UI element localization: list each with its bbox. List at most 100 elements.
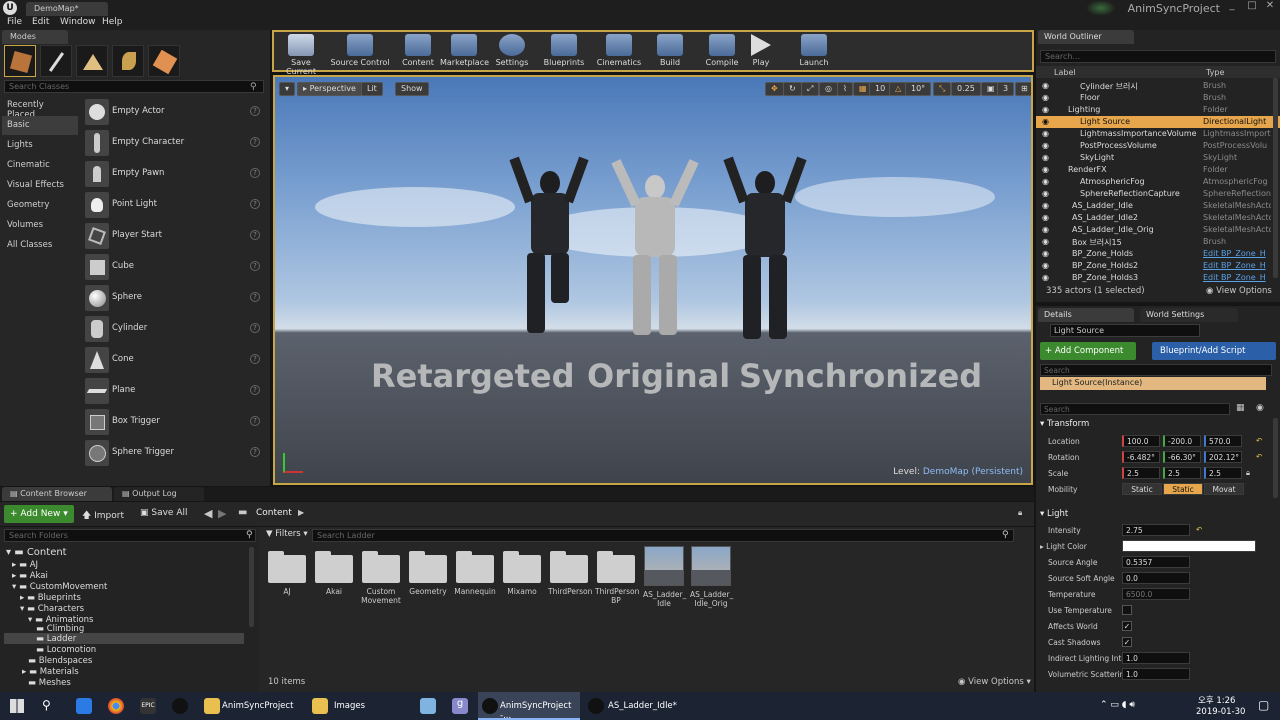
outliner-row-type[interactable]: Edit BP_Zone_H [1203, 261, 1271, 270]
marketplace-button[interactable]: Marketplace [440, 34, 489, 72]
outliner-row[interactable]: ◉ SphereReflectionCapture SphereReflection [1036, 188, 1280, 200]
section-transform[interactable]: ▾ Transform [1040, 419, 1272, 429]
app-g-icon[interactable]: g [452, 698, 468, 714]
show-button[interactable]: Show [395, 82, 429, 96]
scale-snap-value[interactable]: 0.25 [951, 82, 981, 96]
component-instance-row[interactable]: Light Source(Instance) [1040, 377, 1266, 390]
tab-details[interactable]: Details [1038, 308, 1134, 322]
actor-cylinder[interactable]: Cylinder? [82, 314, 266, 344]
surface-snap-icon[interactable]: ⌇ [837, 82, 853, 96]
help-icon[interactable]: ? [250, 447, 260, 457]
lock-icon[interactable]: 🔒︎ [1246, 468, 1250, 478]
help-icon[interactable]: ? [250, 106, 260, 116]
help-icon[interactable]: ? [250, 168, 260, 178]
mobility-stationary-button[interactable]: Static [1163, 483, 1203, 495]
outliner-row[interactable]: ◉ Floor Brush [1036, 92, 1280, 104]
reset-icon[interactable]: ↶ [1196, 525, 1202, 534]
world-space-icon[interactable]: ◎ [819, 82, 838, 96]
compile-button[interactable]: Compile [704, 34, 740, 72]
character-synchronized[interactable] [723, 156, 807, 357]
menu-edit[interactable]: Edit [32, 17, 49, 27]
build-button[interactable]: Build [654, 34, 686, 72]
rotation-x[interactable]: -6.482° [1122, 451, 1160, 463]
visibility-eye-icon[interactable]: ◉ [1042, 81, 1049, 90]
location-x[interactable]: 100.0 [1122, 435, 1160, 447]
asset-folder-geometry[interactable]: Geometry [407, 551, 449, 596]
visibility-eye-icon[interactable]: ◉ [1042, 273, 1049, 282]
task-animsyncproject-editor[interactable]: AnimSyncProject -... [478, 692, 580, 720]
paint-mode-icon[interactable] [40, 45, 72, 77]
asset-folder-akai[interactable]: Akai [313, 551, 355, 596]
tree-characters[interactable]: ▾ ▬ Characters [20, 604, 84, 615]
camera-speed-value[interactable]: 3 [997, 82, 1015, 96]
mobility-static-button[interactable]: Static [1122, 483, 1162, 495]
rotation-snap-value[interactable]: 10° [905, 82, 932, 96]
outliner-row[interactable]: ◉ PostProcessVolume PostProcessVolu [1036, 140, 1280, 152]
help-icon[interactable]: ? [250, 199, 260, 209]
menu-file[interactable]: File [7, 17, 22, 27]
category-basic[interactable]: Basic [2, 116, 78, 135]
tab-demomap[interactable]: DemoMap* [26, 2, 108, 16]
tree-scrollbar[interactable] [249, 547, 254, 627]
details-search-input[interactable]: Search [1040, 403, 1230, 415]
grid-view-icon[interactable]: ▦ [1236, 403, 1245, 413]
menu-window[interactable]: Window [60, 17, 96, 27]
settings-button[interactable]: Settings [492, 34, 532, 72]
tree-custommovement[interactable]: ▾ ▬ CustomMovement [12, 582, 107, 593]
details-scrollbar[interactable] [1273, 418, 1278, 498]
outliner-search-input[interactable]: Search... [1040, 50, 1276, 63]
clock-date[interactable]: 2019-01-30 [1196, 707, 1245, 717]
filters-button[interactable]: ▼ Filters ▾ [266, 529, 308, 539]
lock-icon[interactable]: 🔒︎ [1018, 508, 1022, 518]
actor-empty-actor[interactable]: Empty Actor? [82, 97, 266, 127]
category-geometry[interactable]: Geometry [2, 196, 78, 215]
place-mode-icon[interactable] [4, 45, 36, 77]
tree-aj[interactable]: ▸ ▬ AJ [12, 560, 38, 571]
visibility-eye-icon[interactable]: ◉ [1042, 165, 1049, 174]
help-icon[interactable]: ? [250, 137, 260, 147]
blueprint-add-script-button[interactable]: Blueprint/Add Script [1152, 342, 1276, 360]
scale-y[interactable]: 2.5 [1163, 467, 1201, 479]
visibility-eye-icon[interactable]: ◉ [1042, 237, 1049, 246]
tree-akai[interactable]: ▸ ▬ Akai [12, 571, 48, 582]
menu-help[interactable]: Help [102, 17, 123, 27]
import-button[interactable]: 🡅︎ Import [82, 508, 124, 524]
outliner-row[interactable]: ◉ BP_Zone_Holds Edit BP_Zone_H [1036, 248, 1280, 260]
rotation-y[interactable]: -66.30° [1163, 451, 1201, 463]
actor-cube[interactable]: Cube? [82, 252, 266, 282]
source-angle-field[interactable]: 0.5357 [1122, 556, 1190, 568]
asset-folder-mixamo[interactable]: Mixamo [501, 551, 543, 596]
rotate-tool-icon[interactable]: ↻ [783, 82, 802, 96]
level-viewport[interactable]: ▾ ▸ Perspective Lit Show ✥ ↻ ⤢ ◎ ⌇ ▦ 10 … [273, 75, 1033, 485]
maximize-viewport-icon[interactable]: ⊞ [1015, 82, 1031, 96]
launch-button[interactable]: Launch [796, 34, 832, 72]
tree-blueprints[interactable]: ▸ ▬ Blueprints [20, 593, 81, 604]
scale-tool-icon[interactable]: ⤢ [801, 82, 820, 96]
character-original[interactable] [611, 159, 699, 349]
outliner-row[interactable]: ◉ BP_Zone_Holds3 Edit BP_Zone_H [1036, 272, 1280, 284]
visibility-eye-icon[interactable]: ◉ [1042, 177, 1049, 186]
task-as-ladder-idle[interactable]: AS_Ladder_Idle* [584, 692, 684, 720]
play-button[interactable]: Play [746, 34, 776, 72]
tree-blendspaces[interactable]: ▬ Blendspaces [28, 656, 92, 667]
search-classes-input[interactable]: Search Classes [4, 80, 264, 93]
content-button[interactable]: Content [400, 34, 436, 72]
tree-locomotion[interactable]: ▬ Locomotion [36, 645, 96, 656]
help-icon[interactable]: ? [250, 292, 260, 302]
outliner-row[interactable]: ◉ Light Source DirectionalLight [1036, 116, 1280, 128]
add-new-button[interactable]: + Add New ▾ [4, 505, 74, 523]
category-all-classes[interactable]: All Classes [2, 236, 78, 255]
geometry-mode-icon[interactable] [148, 45, 180, 77]
help-icon[interactable]: ? [250, 385, 260, 395]
outliner-row-type[interactable]: Edit BP_Zone_H [1203, 249, 1271, 258]
asset-folder-custom-movement[interactable]: Custom Movement [360, 551, 402, 605]
location-z[interactable]: 570.0 [1204, 435, 1242, 447]
visibility-eye-icon[interactable]: ◉ [1042, 141, 1049, 150]
category-cinematic[interactable]: Cinematic [2, 156, 78, 175]
outliner-row[interactable]: ◉ RenderFX Folder [1036, 164, 1280, 176]
col-label[interactable]: Label [1054, 68, 1076, 77]
epic-games-icon[interactable]: EPIC [140, 698, 156, 714]
maximize-icon[interactable]: □ [1242, 0, 1262, 14]
unreal-logo-icon[interactable]: U [3, 1, 17, 15]
rotation-z[interactable]: 202.12° [1204, 451, 1242, 463]
